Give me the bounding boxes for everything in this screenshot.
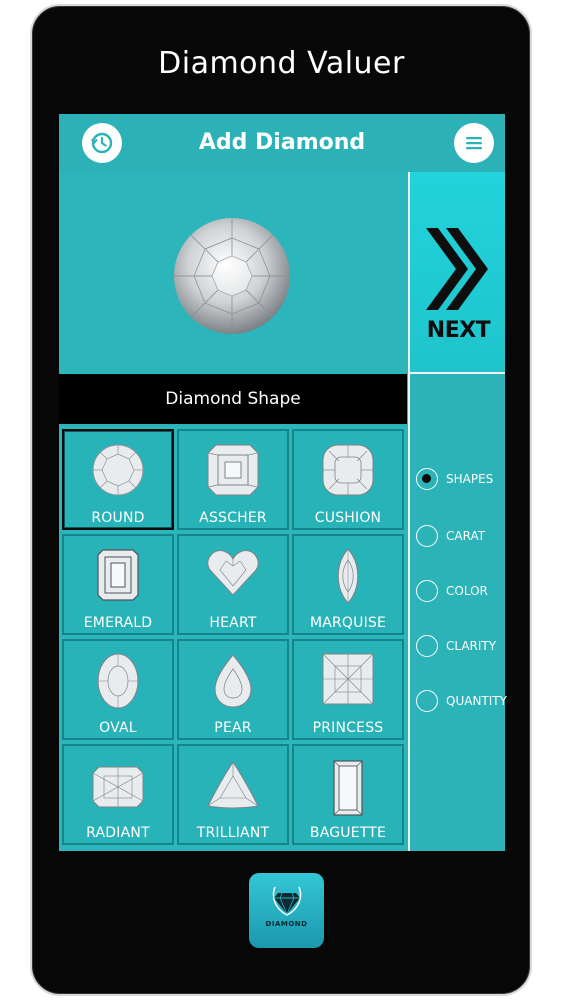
shape-label: CUSHION xyxy=(314,510,382,526)
shape-label: EMERALD xyxy=(83,615,153,631)
shape-option-emerald[interactable]: EMERALD xyxy=(62,534,174,635)
princess-gem-icon xyxy=(322,653,374,705)
step-shapes[interactable]: SHAPES xyxy=(410,466,507,494)
cushion-gem-icon xyxy=(322,444,374,496)
shape-option-asscher[interactable]: ASSCHER xyxy=(177,429,289,530)
app-screen: Add Diamond NEXT Diamond Shape ROUND ASS… xyxy=(59,114,507,851)
shape-option-cushion[interactable]: CUSHION xyxy=(292,429,404,530)
round-diamond-image xyxy=(174,218,290,334)
menu-icon xyxy=(466,137,482,150)
shape-label: ASSCHER xyxy=(199,510,267,526)
home-logo-button[interactable]: DIAMOND xyxy=(249,873,324,948)
shape-option-baguette[interactable]: BAGUETTE xyxy=(292,744,404,845)
shape-option-oval[interactable]: OVAL xyxy=(62,639,174,740)
menu-button[interactable] xyxy=(454,123,494,163)
shape-label: MARQUISE xyxy=(309,615,387,631)
emerald-gem-icon xyxy=(97,549,139,601)
step-clarity[interactable]: CLARITY xyxy=(410,633,507,661)
baguette-gem-icon xyxy=(333,760,363,816)
radio-icon xyxy=(416,580,438,602)
shape-label: TRILLIANT xyxy=(196,825,270,841)
step-label: SHAPES xyxy=(446,472,494,486)
app-title: Diamond Valuer xyxy=(158,46,405,81)
radio-selected-icon xyxy=(416,468,438,490)
step-carat[interactable]: CARAT xyxy=(410,523,507,551)
shape-grid: ROUND ASSCHER CUSHION EMERALD HEART MARQ… xyxy=(59,426,407,851)
radio-icon xyxy=(416,525,438,547)
round-gem-icon xyxy=(92,444,144,496)
page-title: Add Diamond xyxy=(198,130,366,155)
shape-option-princess[interactable]: PRINCESS xyxy=(292,639,404,740)
diamond-shape-header: Diamond Shape xyxy=(59,374,407,424)
step-label: CLARITY xyxy=(446,639,497,653)
next-button[interactable]: NEXT xyxy=(408,172,505,374)
heart-gem-icon xyxy=(207,550,259,596)
shape-label: BAGUETTE xyxy=(309,825,387,841)
asscher-gem-icon xyxy=(207,444,259,496)
step-quantity[interactable]: QUANTITY xyxy=(410,688,507,716)
shape-option-pear[interactable]: PEAR xyxy=(177,639,289,740)
logo-text: DIAMOND xyxy=(265,920,308,928)
diamond-logo-icon xyxy=(272,886,302,916)
marquise-gem-icon xyxy=(337,548,359,604)
shape-option-heart[interactable]: HEART xyxy=(177,534,289,635)
radiant-gem-icon xyxy=(92,766,144,808)
pear-gem-icon xyxy=(214,654,252,708)
shape-label: ROUND xyxy=(91,510,145,526)
diamond-preview xyxy=(59,172,407,374)
shape-option-trilliant[interactable]: TRILLIANT xyxy=(177,744,289,845)
shape-label: PRINCESS xyxy=(312,720,384,736)
shape-label: PEAR xyxy=(214,720,252,736)
shape-label: HEART xyxy=(209,615,257,631)
shape-label: RADIANT xyxy=(86,825,150,841)
radio-icon xyxy=(416,635,438,657)
step-label: QUANTITY xyxy=(446,694,507,708)
next-label: NEXT xyxy=(426,318,491,343)
trilliant-gem-icon xyxy=(207,761,259,809)
step-color[interactable]: COLOR xyxy=(410,578,507,606)
oval-gem-icon xyxy=(97,653,139,709)
top-bar: Add Diamond xyxy=(59,114,505,172)
shape-option-marquise[interactable]: MARQUISE xyxy=(292,534,404,635)
step-label: CARAT xyxy=(446,529,486,543)
shape-label: OVAL xyxy=(99,720,137,736)
double-chevron-right-icon xyxy=(426,228,488,310)
step-selector: SHAPES CARAT COLOR CLARITY QUANTITY xyxy=(408,374,507,851)
radio-icon xyxy=(416,690,438,712)
step-label: COLOR xyxy=(446,584,488,598)
shape-option-radiant[interactable]: RADIANT xyxy=(62,744,174,845)
shape-option-round[interactable]: ROUND xyxy=(62,429,174,530)
